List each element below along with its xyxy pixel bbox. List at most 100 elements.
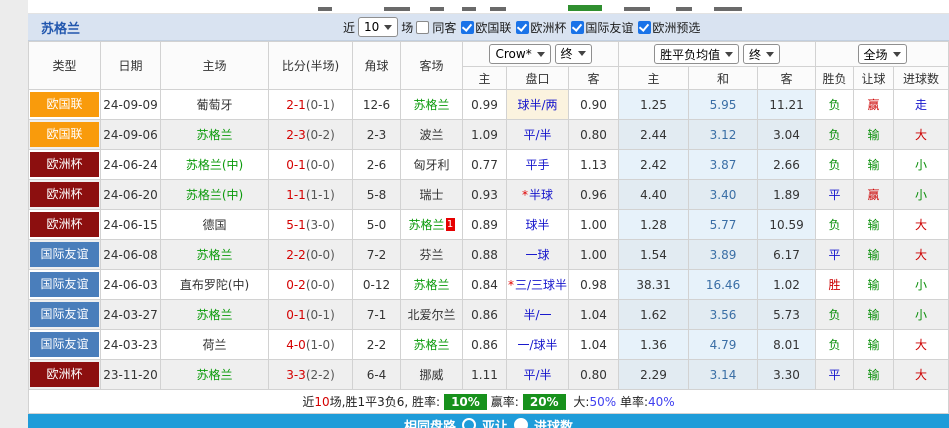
goals-radio[interactable] xyxy=(514,418,528,428)
handicap-line: 平手 xyxy=(506,149,569,180)
away-team: 挪威 xyxy=(400,359,463,390)
red-card-badge: 1 xyxy=(445,218,455,231)
away-team-name: 波兰 xyxy=(419,128,444,142)
match-row: 欧洲杯 23-11-20 苏格兰 3-3(2-2) 6-4 挪威 1.11 平/半 0.80 2.… xyxy=(28,359,949,390)
match-date: 24-06-20 xyxy=(100,179,161,210)
odds-time-select-1[interactable]: 终 xyxy=(554,43,592,64)
home-team: 苏格兰 xyxy=(160,299,269,330)
competition-checkbox-0[interactable] xyxy=(461,20,475,34)
match-row: 欧洲杯 24-06-24 苏格兰(中) 0-1(0-0) 2-6 匈牙利 0.77 平手 1.1… xyxy=(28,149,949,180)
away-odds: 0.98 xyxy=(567,269,620,300)
away-odds: 1.00 xyxy=(567,209,620,240)
competition-badge: 欧洲杯 xyxy=(30,182,99,207)
avg-home-odds: 2.29 xyxy=(618,359,690,390)
away-team-name: 苏格兰 xyxy=(413,338,450,352)
home-team: 荷兰 xyxy=(160,329,269,360)
handicap-line: 一/球半 xyxy=(506,329,569,360)
corner-count: 5-0 xyxy=(352,209,401,240)
stats-count: 10 xyxy=(314,395,330,409)
col-header-away: 客场 xyxy=(400,41,463,90)
match-type-cell: 国际友谊 xyxy=(28,329,101,360)
competition-checkbox-2[interactable] xyxy=(571,20,585,34)
home-odds: 0.99 xyxy=(462,89,507,120)
match-score: 0-1(0-0) xyxy=(268,149,353,180)
goals-result-cell: 大 xyxy=(893,239,949,270)
stats-text: 近 xyxy=(302,395,315,409)
result-cell: 负 xyxy=(815,149,855,180)
away-team-name: 挪威 xyxy=(419,368,444,382)
home-team: 苏格兰(中) xyxy=(160,149,269,180)
fulltime-score: 1-1 xyxy=(286,187,306,202)
col-header-odds-away: 客 xyxy=(567,66,620,90)
chevron-down-icon xyxy=(536,51,545,57)
avg-draw-odds: 3.40 xyxy=(688,179,759,210)
home-team: 苏格兰 xyxy=(160,119,269,150)
win-rate-badge: 10% xyxy=(444,394,487,410)
bookmaker-select[interactable]: Crow* xyxy=(489,44,551,65)
avg-away-odds: 1.02 xyxy=(757,269,817,300)
panel-title-bar: 苏格兰 近 10 场 同客 欧国联 欧洲杯 国际友谊 欧洲预选 xyxy=(28,14,949,41)
handicap-text: 半/一 xyxy=(523,308,552,322)
near-label: 近 xyxy=(343,20,356,35)
handicap-text: 一/球半 xyxy=(517,338,558,352)
scope-select[interactable]: 全场 xyxy=(857,44,907,64)
competition-badge: 欧国联 xyxy=(30,92,99,117)
avg-away-odds: 1.89 xyxy=(757,179,817,210)
avg-draw-value: 3.56 xyxy=(709,307,737,322)
competition-checkbox-1[interactable] xyxy=(516,20,530,34)
stats-footer-row: 近10场,胜1平3负6, 胜率: 10% 赢率: 20% 大:50% 单率:40% xyxy=(27,389,949,414)
avg-draw-odds: 3.12 xyxy=(688,119,759,150)
competition-checkbox-3[interactable] xyxy=(638,20,652,34)
competition-filter-0: 欧国联 xyxy=(461,19,511,36)
away-team-name: 苏格兰 xyxy=(413,98,450,112)
competition-badge: 欧洲杯 xyxy=(30,362,99,387)
avg-home-odds: 1.36 xyxy=(618,329,690,360)
match-score: 2-3(0-2) xyxy=(268,119,353,150)
handicap-line: 半/一 xyxy=(506,299,569,330)
section-bar-label: 相同盘路 xyxy=(403,419,456,428)
asian-handicap-radio[interactable] xyxy=(461,418,476,428)
match-date: 24-06-08 xyxy=(100,239,161,270)
col-header-avg-away: 客 xyxy=(757,66,817,90)
same-away-checkbox[interactable] xyxy=(416,20,430,34)
handicap-line: 一球 xyxy=(506,239,569,270)
corner-count: 7-2 xyxy=(352,239,401,270)
match-row: 欧洲杯 24-06-15 德国 5-1(3-0) 5-0 苏格兰 1 0.89 球半 1.00 1.… xyxy=(28,209,949,240)
stats-text: 场,胜1平3负6, 胜率: xyxy=(329,395,441,409)
away-team-name: 芬兰 xyxy=(419,248,444,262)
games-count-select[interactable]: 10 xyxy=(358,17,399,37)
away-odds: 0.80 xyxy=(567,119,620,150)
avg-type-select[interactable]: 胜平负均值 xyxy=(654,44,740,64)
home-odds: 0.89 xyxy=(462,209,507,240)
away-team-name: 苏格兰 xyxy=(408,218,445,232)
avg-draw-value: 5.77 xyxy=(709,217,737,232)
same-trend-section-bar: 相同盘路 亚让 进球数 xyxy=(28,414,949,428)
corner-count: 2-6 xyxy=(352,149,401,180)
match-row: 欧国联 24-09-09 葡萄牙 2-1(0-1) 12-6 苏格兰 0.99 球半/两 0.9… xyxy=(28,89,949,120)
avg-home-odds: 2.44 xyxy=(618,119,690,150)
clipped-previous-section xyxy=(28,0,949,14)
away-team-name: 苏格兰 xyxy=(413,278,450,292)
avg-select-group: 胜平负均值 终 xyxy=(618,41,817,67)
col-header-wdl: 胜负 xyxy=(815,66,855,90)
home-team: 苏格兰(中) xyxy=(160,179,269,210)
col-header-home: 主场 xyxy=(160,41,269,90)
halftime-score: (1-1) xyxy=(305,187,335,202)
result-cell: 平 xyxy=(815,359,855,390)
match-date: 23-11-20 xyxy=(100,359,161,390)
receive-handicap-mark: * xyxy=(521,188,528,202)
handicap-result-cell: 输 xyxy=(853,269,895,300)
big-pct: 50% xyxy=(589,395,617,409)
avg-home-odds: 38.31 xyxy=(618,269,690,300)
handicap-text: 球半/两 xyxy=(517,98,558,112)
away-team: 波兰 xyxy=(400,119,463,150)
avg-away-odds: 10.59 xyxy=(757,209,817,240)
away-team: 苏格兰 1 xyxy=(400,209,463,240)
result-cell: 胜 xyxy=(815,269,855,300)
away-team: 苏格兰 xyxy=(400,269,463,300)
handicap-result-cell: 输 xyxy=(853,209,895,240)
competition-label-2: 国际友谊 xyxy=(585,20,634,35)
avg-home-odds: 1.62 xyxy=(618,299,690,330)
goals-result-cell: 走 xyxy=(893,89,949,120)
odds-time-select-2[interactable]: 终 xyxy=(742,44,780,64)
